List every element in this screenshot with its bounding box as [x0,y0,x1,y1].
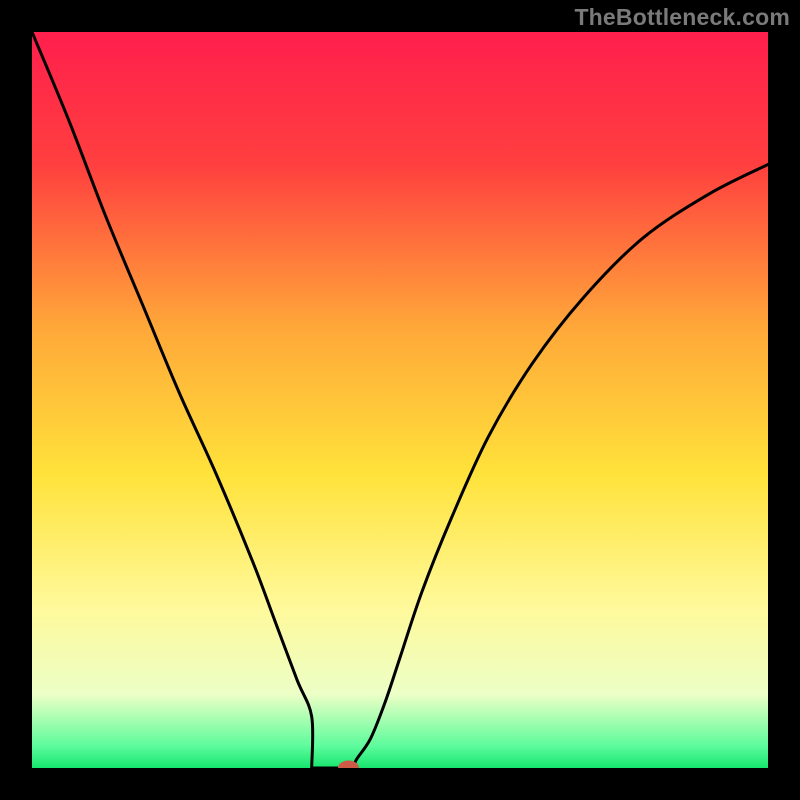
chart-frame: TheBottleneck.com [0,0,800,800]
plot-area [32,32,768,768]
chart-svg [32,32,768,768]
watermark-text: TheBottleneck.com [574,4,790,31]
